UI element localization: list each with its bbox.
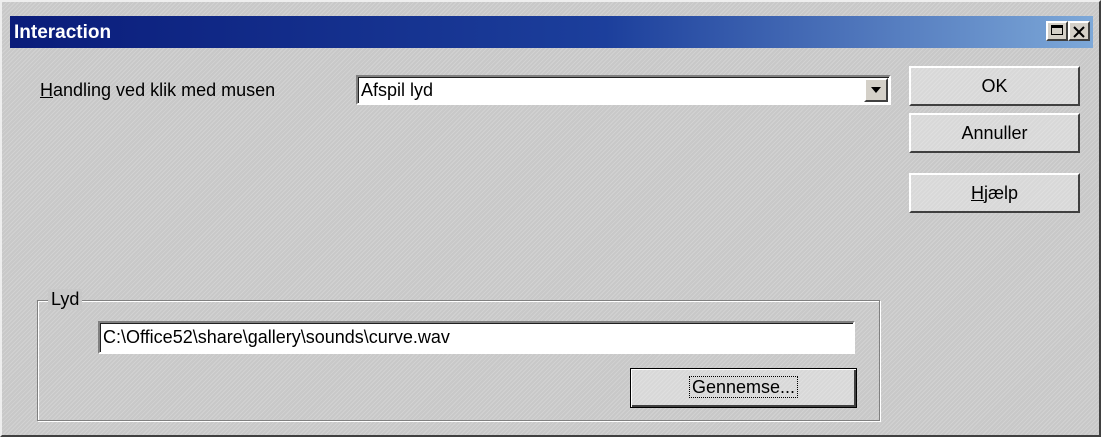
help-accel: H (970, 183, 984, 203)
action-dropdown-value: Afspil lyd (361, 80, 434, 100)
maximize-icon (1051, 25, 1063, 35)
interaction-dialog: Interaction Handling ved klik med musen … (0, 0, 1101, 437)
browse-label: Gennemse... (688, 376, 799, 398)
dropdown-button[interactable] (864, 78, 888, 102)
sound-path-field[interactable] (98, 321, 855, 354)
cancel-button[interactable]: Annuller (909, 113, 1080, 153)
browse-button[interactable]: Gennemse... (630, 368, 857, 408)
chevron-down-icon (871, 87, 881, 93)
action-dropdown[interactable]: Afspil lyd (356, 75, 891, 105)
window-title: Interaction (14, 22, 112, 43)
help-button[interactable]: Hjælp (909, 173, 1080, 213)
action-label-accel: H (40, 80, 53, 100)
close-icon (1073, 26, 1085, 38)
title-bar[interactable]: Interaction (10, 16, 1093, 48)
close-button[interactable] (1068, 21, 1090, 41)
action-label-text: andling ved klik med musen (53, 80, 276, 100)
action-label: Handling ved klik med musen (40, 80, 275, 101)
ok-button[interactable]: OK (909, 66, 1080, 106)
maximize-button[interactable] (1046, 21, 1068, 41)
sound-group-label: Lyd (48, 289, 83, 310)
help-label-text: jælp (983, 183, 1018, 203)
